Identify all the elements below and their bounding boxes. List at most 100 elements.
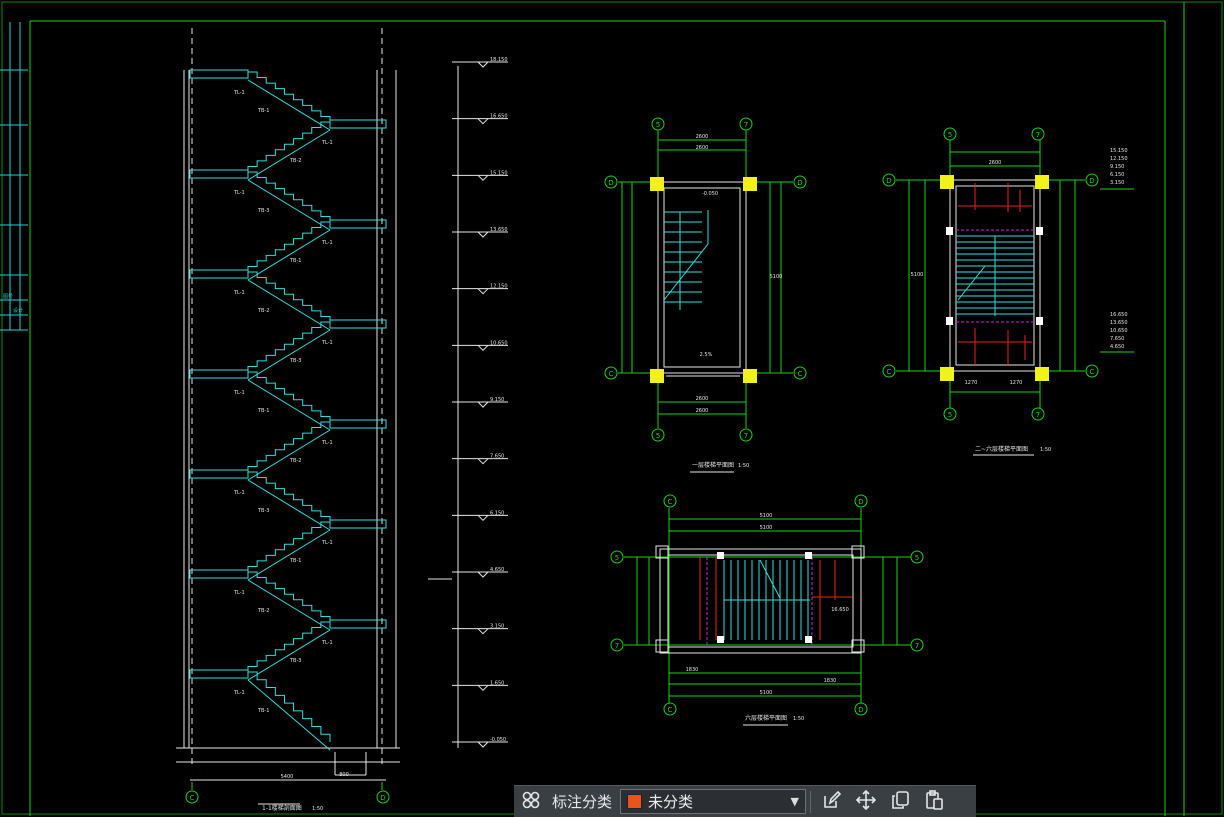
plan3-dim: 1830 [686,667,699,673]
section-bottom-dim: 5400 [281,774,294,780]
flight-label: TB-1 [257,708,269,714]
elevation-mark: 13.650 [452,227,508,238]
cad-drawing-canvas[interactable]: 图号 设计 C D 5400 800 1-1楼梯剖面图 1:50 TB-1TL-… [0,0,1224,816]
plan2-dim: 2600 [989,160,1002,166]
paste-button[interactable] [917,786,951,817]
stair-flight-soffit [247,529,331,581]
plan2-level: 6.150 [1110,172,1124,178]
copy-button[interactable] [883,786,917,817]
plan3-axis-label: D [858,498,863,506]
flight-label: TB-3 [257,508,269,514]
plan2-axis-label: 5 [948,131,952,139]
move-button[interactable] [849,786,883,817]
stair-flight [248,371,331,422]
elevation-mark: 18.150 [452,57,508,68]
plan2-axis-label: C [887,368,892,376]
svg-text:13.650: 13.650 [490,227,508,233]
stair-flight-soffit [247,129,331,181]
beam-label: TL-1 [321,140,333,146]
flight-label: TB-1 [289,558,301,564]
section-axis-c-label: C [190,794,195,802]
plan-typical-floor[interactable]: 5 7 5 7 D D C C 2600 5100 1270 1270 15.1… [882,127,1134,456]
svg-text:4.650: 4.650 [490,567,504,573]
plan1-slope: 2.5% [700,352,713,358]
plan3-level: 16.650 [831,607,849,613]
elevation-mark: 4.650 [452,567,508,578]
beam-label: TL-1 [321,340,333,346]
svg-text:6.150: 6.150 [490,510,504,516]
plan3-dim: 5100 [760,513,773,519]
elevation-mark: 3.150 [452,624,508,635]
plan1-axis-label: D [797,179,802,187]
elevation-mark: 7.650 [452,454,508,465]
plan2-level: 13.650 [1110,320,1128,326]
plan2-title: 二~六层楼梯平面图 [975,445,1028,453]
section-scale: 1:50 [312,806,323,812]
stair-landing [329,519,387,529]
category-select-value: 未分类 [648,793,694,811]
elevation-mark: -0.050 [452,737,508,748]
beam-label: TL-1 [321,640,333,646]
plan2-level: 12.150 [1110,156,1128,162]
plan2-scale: 1:50 [1040,447,1051,453]
plan2-level: 7.650 [1110,336,1124,342]
stair-flight [248,171,331,222]
plan2-axis-label: D [886,177,891,185]
stair-flight [248,671,331,742]
plan1-dim: 2600 [696,134,709,140]
stair-landing [329,219,387,229]
plan1-dim: 2600 [696,408,709,414]
svg-text:18.150: 18.150 [490,57,508,63]
stair-section-view[interactable]: C D 5400 800 1-1楼梯剖面图 1:50 TB-1 TL-1 TB-2 T… [176,28,400,812]
flight-label: TB-3 [289,658,301,664]
svg-text:12.150: 12.150 [490,284,508,290]
beam-label: TL-1 [233,690,245,696]
plan2-axis-label: D [1089,177,1094,185]
category-select[interactable]: 未分类 ▼ [620,789,807,814]
stair-flight-soffit [247,629,331,681]
stair-flight-soffit [247,179,331,231]
flight-label: TB-1 [257,408,269,414]
plan-sixth-floor[interactable]: C D C D 5 5 7 7 5100 5100 1830 1830 5100… [610,494,924,726]
svg-text:10.650: 10.650 [490,340,508,346]
beam-label: TL-1 [233,290,245,296]
flight-label: TB-1 [257,108,269,114]
plan2-level: 15.150 [1110,148,1128,154]
plan-ground-floor[interactable]: 5 7 5 7 D D C C 2600 2600 2600 2600 5100… [604,117,807,473]
plan2-level: 3.150 [1110,180,1124,186]
stair-flight [247,421,330,472]
stair-flight-soffit [247,329,331,381]
stair-landing [189,269,249,279]
beam-label: TL-1 [233,190,245,196]
stair-landing [329,619,387,629]
plan2-axis-label: 5 [948,411,952,419]
stair-flight-soffit [247,379,331,431]
plan2-level: 16.650 [1110,312,1128,318]
plan1-dim: 2600 [696,396,709,402]
stair-flight [247,221,330,272]
section-title: 1-1楼梯剖面图 [262,804,302,812]
annotation-panel-button[interactable] [514,786,548,817]
stair-landing [189,69,249,79]
chevron-down-icon: ▼ [790,795,800,808]
flight-label: TB-1 [289,258,301,264]
section-base-dim: 800 [339,772,349,778]
flight-label: TB-2 [257,308,269,314]
stair-flight-soffit [247,579,331,631]
stair-flight [248,571,331,622]
stair-flight [248,271,331,322]
plan1-scale: 1:50 [738,463,749,469]
grid-four-icon [521,790,541,814]
stair-landing [189,569,249,579]
flight-label: TB-3 [289,358,301,364]
beam-label: TL-1 [321,540,333,546]
elevation-mark: 10.650 [452,340,508,352]
plan2-dim: 1270 [1010,380,1023,386]
edit-button[interactable] [815,786,849,817]
paste-icon [923,789,945,815]
plan2-level: 10.650 [1110,328,1128,334]
stair-flight [247,321,330,372]
beam-label: TL-1 [233,590,245,596]
plan1-dim-side: 5100 [770,274,783,280]
stair-landing [329,119,387,129]
